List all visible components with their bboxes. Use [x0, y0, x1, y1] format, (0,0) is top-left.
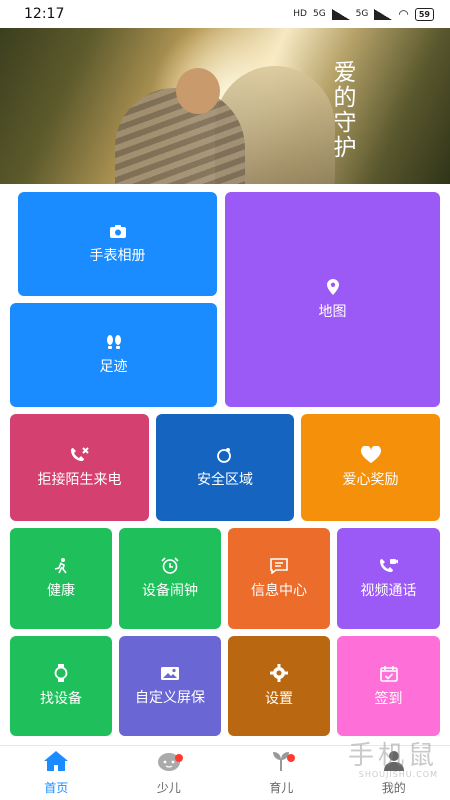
- location-pin-icon: [326, 278, 339, 295]
- image-icon: [160, 666, 180, 681]
- alarm-clock-icon: [161, 557, 179, 574]
- message-icon: [270, 557, 288, 574]
- tile-find-device[interactable]: 找设备: [10, 636, 112, 736]
- blocked-call-icon: [70, 446, 90, 463]
- notification-dot: [174, 754, 183, 762]
- tile-label: 足迹: [99, 359, 128, 375]
- tile-custom-screensaver[interactable]: 自定义屏保: [119, 636, 221, 736]
- boy-head: [176, 68, 220, 114]
- nav-item-home[interactable]: 首页: [0, 746, 113, 800]
- hd-indicator: HD: [293, 9, 307, 19]
- tile-label: 自定义屏保: [135, 689, 205, 706]
- status-time: 12:17: [24, 6, 65, 22]
- tile-device-alarm[interactable]: 设备闹钟: [119, 528, 221, 629]
- tile-reject-strangers[interactable]: 拒接陌生来电: [10, 414, 149, 521]
- tile-watch-album[interactable]: 手表相册: [18, 192, 217, 296]
- tile-message-center[interactable]: 信息中心: [228, 528, 330, 629]
- hero-title: 爱的守护: [329, 60, 355, 160]
- tile-health[interactable]: 健康: [10, 528, 112, 629]
- tile-map[interactable]: 地图: [225, 192, 440, 407]
- heart-icon: [360, 446, 381, 463]
- tile-label: 拒接陌生来电: [37, 471, 122, 488]
- signal-label-1: 5G: [312, 9, 326, 19]
- nav-label: 少儿: [156, 781, 181, 795]
- watermark-logo: 手机鼠 SHOUJISHU.COM: [268, 736, 438, 784]
- tile-check-in[interactable]: 签到: [337, 636, 440, 736]
- tile-label: 地图: [318, 303, 347, 320]
- hero-banner[interactable]: 爱的守护: [0, 28, 450, 184]
- tile-label: 手表相册: [89, 247, 146, 264]
- tile-label: 找设备: [40, 691, 82, 707]
- calendar-check-icon: [379, 665, 398, 682]
- tile-settings[interactable]: 设置: [228, 636, 330, 736]
- tile-footprints[interactable]: 足迹: [10, 303, 217, 407]
- signal-icon: [331, 8, 350, 20]
- watermark-sub: SHOUJISHU.COM: [358, 769, 438, 779]
- watch-icon: [54, 664, 68, 682]
- safe-zone-icon: [216, 447, 234, 463]
- tile-label: 视频通话: [360, 582, 417, 599]
- signal-icon-2: [374, 8, 393, 20]
- tile-label: 设置: [265, 691, 293, 707]
- battery-icon: 59: [414, 7, 434, 21]
- nav-label: 首页: [44, 781, 69, 795]
- nav-item-kids[interactable]: 少儿: [113, 746, 226, 800]
- footprints-icon: [104, 334, 124, 350]
- status-icons: HD 5G 5G ◠ 59: [293, 7, 434, 21]
- tile-label: 信息中心: [251, 582, 307, 599]
- gear-icon: [270, 664, 288, 682]
- tile-label: 安全区域: [197, 471, 253, 488]
- camera-icon: [109, 224, 127, 239]
- tile-label: 设备闹钟: [142, 583, 198, 599]
- status-bar: 12:17 HD 5G 5G ◠ 59: [0, 0, 450, 28]
- tile-video-call[interactable]: 视频通话: [337, 528, 440, 629]
- tile-label: 爱心奖励: [342, 472, 399, 488]
- tile-label: 健康: [47, 582, 75, 599]
- tile-love-reward[interactable]: 爱心奖励: [301, 414, 440, 521]
- tile-safe-zone[interactable]: 安全区域: [156, 414, 294, 521]
- home-icon: [43, 750, 69, 776]
- tile-label: 签到: [374, 690, 403, 707]
- watermark-text: 手机鼠: [347, 740, 438, 771]
- running-icon: [54, 557, 68, 574]
- video-call-icon: [379, 558, 399, 574]
- wifi-icon: ◠: [398, 7, 409, 21]
- signal-label-2: 5G: [355, 9, 369, 19]
